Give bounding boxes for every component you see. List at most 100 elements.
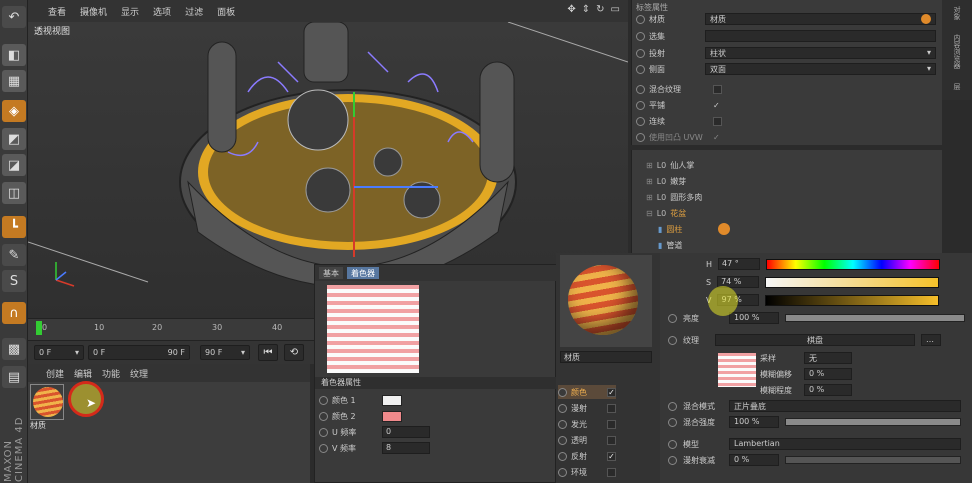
material-link-field[interactable]: 材质 [705,13,936,25]
animate-dot-icon[interactable] [636,84,645,94]
side-dropdown[interactable]: 双面 ▾ [705,63,936,75]
menu-panel[interactable]: 面板 [217,5,235,18]
menu-filter[interactable]: 过滤 [185,5,203,18]
channel-checkbox[interactable] [607,403,616,413]
menu-view[interactable]: 查看 [48,5,66,18]
uvw-checkbox[interactable]: ✓ [713,133,720,142]
color2-swatch[interactable] [382,410,402,422]
value-bar[interactable] [765,294,940,306]
grid-icon[interactable]: ▩ [2,338,26,360]
animate-dot-icon[interactable] [668,455,677,465]
menu-texture[interactable]: 纹理 [130,367,148,380]
animate-dot-icon[interactable] [668,439,677,449]
object-row[interactable]: ▮ 管道 [658,238,682,252]
animate-dot-icon[interactable] [668,417,677,427]
object-row[interactable]: ⊞ L0 嫩芽 [646,174,686,188]
object-row[interactable]: ⊞ L0 圆形多肉 [646,190,702,204]
animate-dot-icon[interactable] [319,411,328,421]
brightness-slider[interactable] [785,314,965,322]
channel-checkbox[interactable] [607,435,616,445]
side-tab-layers[interactable]: 层 [952,83,962,90]
current-frame-field[interactable]: 0 F ▾ [34,345,84,360]
channel-checkbox[interactable]: ✓ [607,387,616,397]
material-thumbnail[interactable] [30,384,64,420]
channel-checkbox[interactable] [607,467,616,477]
undo-icon[interactable]: ↶ [2,6,26,28]
animate-dot-icon[interactable] [319,395,328,405]
saturation-bar[interactable] [765,276,940,288]
animate-dot-icon[interactable] [636,100,645,110]
material-tag-icon[interactable] [718,223,731,235]
move-view-icon[interactable]: ✥ [567,4,575,15]
menu-display[interactable]: 显示 [121,5,139,18]
snap-icon[interactable]: S [2,270,26,292]
timeline-playhead[interactable] [36,321,42,335]
animate-dot-icon[interactable] [319,427,328,437]
end-frame-field[interactable]: 90 F ▾ [200,345,250,360]
material-preview[interactable] [560,255,652,347]
hue-bar[interactable] [766,258,941,270]
hue-input[interactable]: 47 ° [718,258,761,270]
channel-checkbox[interactable] [607,419,616,429]
tab-basic[interactable]: 基本 [319,267,343,279]
texture-slot[interactable]: 棋盘 [715,334,915,346]
blur-scale-input[interactable]: 0 % [804,384,852,396]
animate-dot-icon[interactable] [636,48,645,58]
color1-swatch[interactable] [382,394,402,406]
maximize-view-icon[interactable]: ▭ [611,4,620,15]
menu-edit[interactable]: 编辑 [74,367,92,380]
polygons-mode-icon[interactable]: ◫ [2,182,26,204]
menu-create[interactable]: 创建 [46,367,64,380]
menu-camera[interactable]: 摄像机 [80,5,107,18]
mix-mode-dropdown[interactable]: 正片叠底 [729,400,961,412]
zoom-view-icon[interactable]: ⇕ [582,4,590,15]
edges-mode-icon[interactable]: ◪ [2,154,26,176]
texture-mode-icon[interactable]: ▦ [2,70,26,92]
blur-offset-input[interactable]: 0 % [804,368,852,380]
channel-environment[interactable]: 环境 [558,465,616,479]
side-tab-objects[interactable]: 对象 [952,6,962,20]
animate-dot-icon[interactable] [636,132,645,142]
menu-function[interactable]: 功能 [102,367,120,380]
texture-browse-button[interactable]: … [921,334,941,346]
mix-strength-slider[interactable] [785,418,961,426]
seamless-checkbox[interactable] [713,116,722,126]
brightness-input[interactable]: 100 % [729,312,779,324]
channel-diffuse[interactable]: 漫射 [558,401,616,415]
selection-field[interactable] [705,30,936,42]
sampling-dropdown[interactable]: 无 [804,352,852,364]
animate-dot-icon[interactable] [636,31,645,41]
loop-button[interactable]: ⟲ [284,344,304,361]
channel-luminance[interactable]: 发光 [558,417,616,431]
u-frequency-input[interactable]: 0 [382,426,430,438]
side-tab-content-browser[interactable]: 内容浏览器 [952,34,962,69]
animate-dot-icon[interactable] [636,64,645,74]
channel-checkbox[interactable]: ✓ [607,451,616,461]
model-mode-icon[interactable]: ◧ [2,44,26,66]
animate-dot-icon[interactable] [668,401,677,411]
v-frequency-input[interactable]: 8 [382,442,430,454]
mix-texture-checkbox[interactable] [713,84,722,94]
menu-options[interactable]: 选项 [153,5,171,18]
animate-dot-icon[interactable] [319,443,328,453]
magnet-icon[interactable]: ∩ [2,302,26,324]
projection-dropdown[interactable]: 柱状 ▾ [705,47,936,59]
tweak-icon[interactable]: ✎ [2,244,26,266]
frame-range-slider[interactable]: 0 F 90 F [88,345,190,360]
animate-dot-icon[interactable] [636,116,645,126]
points-mode-icon[interactable]: ◩ [2,128,26,150]
axis-icon[interactable]: ┗ [2,216,26,238]
material-name-field[interactable]: 材质 [560,351,652,363]
lock-icon[interactable]: ▤ [2,366,26,388]
channel-color[interactable]: 颜色 ✓ [558,385,616,399]
mix-strength-input[interactable]: 100 % [729,416,779,428]
workplane-icon[interactable]: ◈ [2,100,26,122]
texture-expand-icon[interactable] [668,335,677,345]
channel-transparency[interactable]: 透明 [558,433,616,447]
object-row[interactable]: ▮ 圆柱 [658,222,731,236]
channel-reflectance[interactable]: 反射 ✓ [558,449,616,463]
diffuse-falloff-input[interactable]: 0 % [729,454,779,466]
object-row[interactable]: ⊞ L0 仙人掌 [646,158,694,172]
animate-dot-icon[interactable] [668,313,677,323]
go-to-start-button[interactable]: ⏮ [258,344,278,361]
